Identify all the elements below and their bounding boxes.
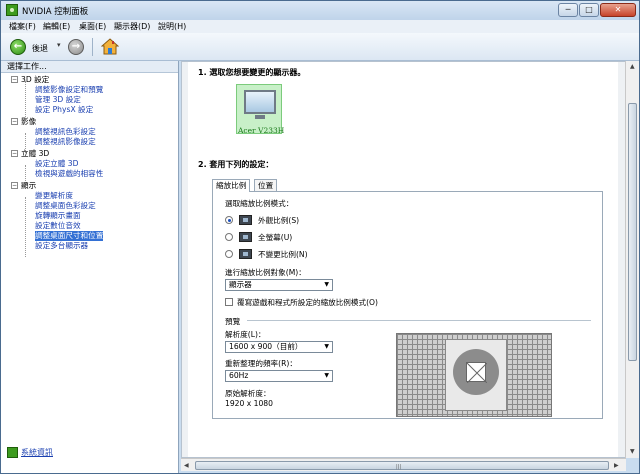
override-scaling-checkbox[interactable]	[225, 298, 233, 306]
close-button[interactable]: ✕	[600, 3, 636, 17]
preview-label: 預覽	[225, 317, 241, 326]
toolbar: ← 後退 ▾ →	[1, 33, 639, 61]
tree-category-display[interactable]: − 顯示	[11, 181, 36, 191]
content-pane: 1. 選取您想要變更的顯示器。 Acer V233H 2. 套用下列的設定： 縮…	[181, 61, 626, 458]
tree-item-video-image[interactable]: 調整視訊影像設定	[35, 137, 96, 147]
menu-help[interactable]: 說明(H)	[158, 21, 186, 32]
menu-display[interactable]: 顯示器(D)	[114, 21, 150, 32]
tree-line	[25, 81, 26, 121]
tree-item-change-resolution[interactable]: 變更解析度	[35, 191, 73, 201]
home-icon[interactable]	[100, 38, 120, 56]
native-resolution-value: 1920 x 1080	[225, 399, 273, 408]
horizontal-scrollbar[interactable]: ◀ ||| ▶	[181, 458, 626, 471]
collapse-icon[interactable]: −	[11, 150, 18, 157]
section-apply-settings-title: 2. 套用下列的設定：	[198, 160, 274, 169]
tree-item-set-stereo-3d[interactable]: 設定立體 3D	[35, 159, 78, 169]
vertical-scroll-thumb[interactable]	[628, 103, 637, 361]
window-title: NVIDIA 控制面板	[22, 7, 89, 17]
tree-item-physx-settings[interactable]: 設定 PhysX 設定	[35, 105, 93, 115]
tree-item-desktop-size-position[interactable]: 調整桌面尺寸和位置	[35, 231, 104, 241]
perform-scaling-select[interactable]: 顯示器 ▼	[225, 279, 333, 291]
monitor-icon	[244, 90, 276, 114]
tab-position[interactable]: 位置	[254, 179, 278, 191]
chevron-down-icon: ▼	[324, 343, 329, 350]
tab-scaling[interactable]: 縮放比例	[212, 179, 251, 192]
resolution-select[interactable]: 1600 x 900（目前） ▼	[225, 341, 333, 353]
radio-full-screen-label[interactable]: 全螢幕(U)	[258, 232, 292, 243]
chevron-down-icon: ▼	[324, 281, 329, 288]
scroll-up-icon[interactable]: ▲	[630, 63, 635, 70]
forward-arrow-icon[interactable]: →	[68, 39, 84, 55]
scaling-mode-label: 選取縮放比例模式：	[225, 199, 294, 208]
system-info-icon	[7, 447, 18, 458]
tree-item-rotate-display[interactable]: 旋轉顯示畫面	[35, 211, 81, 221]
no-scaling-icon	[239, 249, 252, 259]
tree-item-adjust-image-settings[interactable]: 調整影像設定和預覽	[35, 85, 103, 95]
chevron-down-icon: ▼	[324, 372, 329, 379]
tree-category-3d-settings[interactable]: −3D 設定	[11, 75, 49, 85]
refresh-rate-select[interactable]: 60Hz ▼	[225, 370, 333, 382]
horizontal-scroll-thumb[interactable]: |||	[195, 461, 609, 470]
radio-no-scaling[interactable]	[225, 250, 233, 258]
scroll-right-icon[interactable]: ▶	[614, 462, 619, 469]
tree-item-manage-3d-settings[interactable]: 管理 3D 設定	[35, 95, 81, 105]
toolbar-separator	[92, 38, 93, 56]
preview-square	[466, 362, 488, 384]
tree-item-video-color[interactable]: 調整視訊色彩設定	[35, 127, 96, 137]
section-select-display-title: 1. 選取您想要變更的顯示器。	[198, 68, 306, 77]
radio-full-screen[interactable]	[225, 233, 233, 241]
tree-item-desktop-color[interactable]: 調整桌面色彩設定	[35, 201, 96, 211]
full-screen-icon	[239, 232, 252, 242]
task-pane: 選擇工作... −3D 設定 調整影像設定和預覽 管理 3D 設定 設定 Phy…	[1, 61, 179, 473]
collapse-icon[interactable]: −	[11, 76, 18, 83]
perform-scaling-label: 進行縮放比例對象(M)：	[225, 268, 306, 277]
monitor-stand-icon	[255, 115, 265, 119]
back-button-label[interactable]: 後退	[32, 43, 48, 54]
task-pane-header: 選擇工作...	[1, 61, 178, 73]
content-page: 1. 選取您想要變更的顯示器。 Acer V233H 2. 套用下列的設定： 縮…	[188, 62, 618, 457]
nvidia-control-panel-window: NVIDIA 控制面板 ─ □ ✕ 檔案(F) 編輯(E) 桌面(E) 顯示器(…	[0, 0, 640, 474]
nvidia-app-icon	[6, 4, 18, 16]
tree-item-game-compatibility[interactable]: 檢視與遊戲的相容性	[35, 169, 103, 179]
radio-aspect-ratio-label[interactable]: 外觀比例(S)	[258, 215, 299, 226]
back-history-dropdown-icon[interactable]: ▾	[57, 41, 61, 49]
refresh-rate-label: 重新整理的頻率(R)：	[225, 359, 297, 368]
radio-aspect-ratio[interactable]	[225, 216, 233, 224]
preview-divider	[247, 320, 591, 321]
scroll-left-icon[interactable]: ◀	[184, 462, 189, 469]
native-resolution-label: 原始解析度：	[225, 389, 271, 398]
menu-file[interactable]: 檔案(F)	[9, 21, 36, 32]
scaling-tab-panel: 選取縮放比例模式： 外觀比例(S) 全螢幕(U) 不變更比例(N) 進行縮放比例…	[212, 191, 603, 419]
scroll-down-icon[interactable]: ▼	[630, 448, 635, 455]
collapse-icon[interactable]: −	[11, 118, 18, 125]
tree-category-stereo-3d[interactable]: − 立體 3D	[11, 149, 49, 159]
override-scaling-label[interactable]: 覆寫遊戲和程式所設定的縮放比例模式(O)	[237, 297, 378, 308]
radio-no-scaling-label[interactable]: 不變更比例(N)	[258, 249, 308, 260]
maximize-button[interactable]: □	[579, 3, 599, 17]
aspect-ratio-icon	[239, 215, 252, 225]
tree-item-digital-audio[interactable]: 設定數位音效	[35, 221, 81, 231]
system-info-link[interactable]: 系統資訊	[7, 447, 53, 458]
menu-desktop[interactable]: 桌面(E)	[79, 21, 106, 32]
vertical-scrollbar[interactable]: ▲ ▼	[625, 61, 639, 458]
tree-item-multiple-displays[interactable]: 設定多台顯示器	[35, 241, 88, 251]
minimize-button[interactable]: ─	[558, 3, 578, 17]
preview-screen	[445, 339, 507, 411]
tree-line	[25, 197, 26, 257]
tree-category-video[interactable]: − 影像	[11, 117, 36, 127]
monitor-name[interactable]: Acer V233H	[238, 126, 284, 135]
menu-edit[interactable]: 編輯(E)	[43, 21, 70, 32]
title-bar[interactable]: NVIDIA 控制面板 ─ □ ✕	[1, 1, 639, 20]
back-arrow-icon[interactable]: ←	[10, 39, 26, 55]
menu-bar: 檔案(F) 編輯(E) 桌面(E) 顯示器(D) 說明(H)	[1, 20, 639, 33]
collapse-icon[interactable]: −	[11, 182, 18, 189]
scaling-preview	[396, 333, 552, 417]
resolution-label: 解析度(L)：	[225, 330, 266, 339]
